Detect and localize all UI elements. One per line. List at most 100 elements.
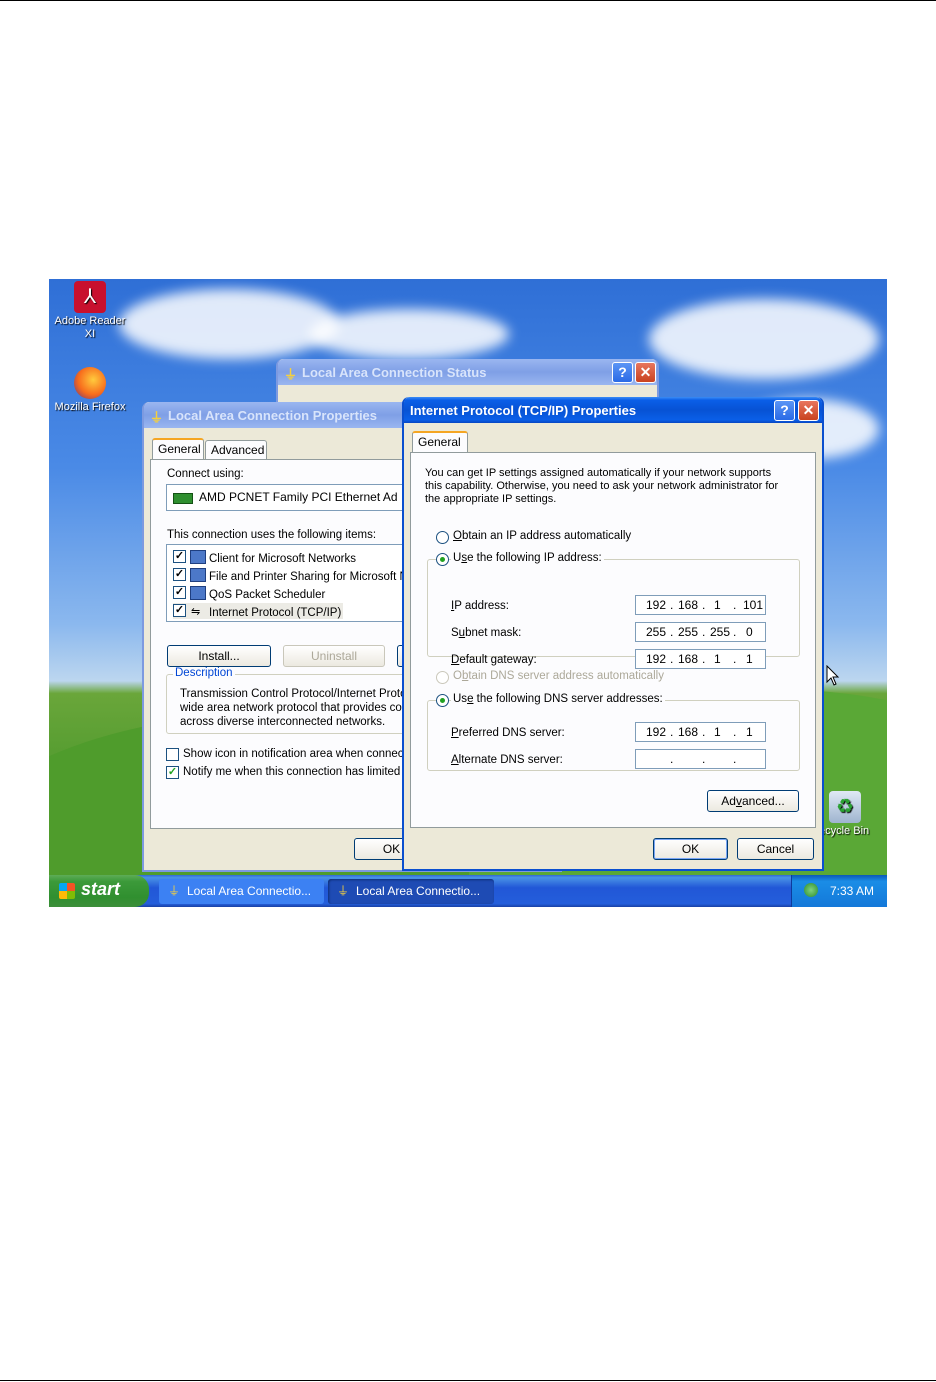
file-printer-sharing-icon <box>190 568 206 582</box>
default-gateway-field[interactable]: 192. 168. 1. 1 <box>635 649 766 669</box>
adapter-field: AMD PCNET Family PCI Ethernet Ad <box>166 484 426 511</box>
components-list[interactable]: ✓ Client for Microsoft Networks ✓ File a… <box>166 544 426 622</box>
label-text: S <box>451 627 459 639</box>
ip-dot: . <box>702 625 706 639</box>
mouse-cursor-icon <box>826 665 840 686</box>
desktop-icon-firefox[interactable]: Mozilla Firefox <box>52 367 128 413</box>
label-accelerator: P <box>451 727 459 739</box>
show-icon-checkbox[interactable] <box>166 748 179 761</box>
intro-line: this capability. Otherwise, you need to … <box>425 480 779 492</box>
close-button[interactable]: ✕ <box>798 400 819 421</box>
desktop-icon-recycle-bin[interactable]: ♻ ecycle Bin <box>819 791 887 837</box>
item-label: Internet Protocol (TCP/IP) <box>209 607 342 619</box>
network-icon: ⏚ <box>337 884 350 898</box>
ip-dot: . <box>670 725 674 739</box>
ip-octet: 168 <box>678 598 699 612</box>
tcpip-ok-button[interactable]: OK <box>653 838 728 860</box>
use-dns-label: Use the following DNS server addresses: <box>451 693 665 705</box>
start-label: start <box>81 879 121 899</box>
recycle-bin-icon: ♻ <box>829 791 861 823</box>
tcpip-titlebar[interactable]: Internet Protocol (TCP/IP) Properties ? … <box>404 397 822 423</box>
notify-label: Notify me when this connection has limit… <box>183 766 410 778</box>
clock[interactable]: 7:33 AM <box>830 884 874 898</box>
use-dns-radio[interactable] <box>436 694 449 707</box>
ip-octet: 168 <box>678 652 699 666</box>
ip-dot: . <box>733 725 737 739</box>
tab-general[interactable]: General <box>412 431 468 453</box>
label-text: bnet mask: <box>465 627 522 639</box>
status-window-titlebar[interactable]: ⏚ Local Area Connection Status ? ✕ <box>278 359 657 385</box>
network-tray-icon[interactable] <box>804 883 818 897</box>
obtain-ip-radio[interactable] <box>436 531 449 544</box>
subnet-mask-field[interactable]: 255. 255. 255. 0 <box>635 622 766 642</box>
ip-address-label: IP address: <box>451 600 509 612</box>
item-label: File and Printer Sharing for Microsoft N <box>209 571 408 583</box>
preferred-dns-field[interactable]: 192. 168. 1. 1 <box>635 722 766 742</box>
advanced-button[interactable]: Advanced... <box>707 790 799 812</box>
label-text: O <box>453 670 462 682</box>
start-button[interactable]: start <box>49 875 149 907</box>
label-accelerator: A <box>451 754 459 766</box>
label-text: e the following IP address: <box>467 552 602 564</box>
desktop-screenshot: ⅄ Adobe Reader XI Mozilla Firefox ♻ ecyc… <box>49 279 887 907</box>
ip-dot: . <box>670 752 674 766</box>
tcpip-properties-window[interactable]: Internet Protocol (TCP/IP) Properties ? … <box>402 397 824 871</box>
obtain-ip-label: Obtain an IP address automatically <box>453 530 631 542</box>
window-title: Local Area Connection Status <box>302 365 487 380</box>
description-line: wide area network protocol that provides… <box>180 702 412 714</box>
page-bottom-rule <box>0 1380 936 1381</box>
label-text: Us <box>453 693 468 705</box>
label-text: Ad <box>721 794 736 808</box>
item-checkbox[interactable]: ✓ <box>173 568 186 581</box>
network-icon: ⏚ <box>150 410 164 425</box>
ip-address-field[interactable]: 192. 168. 1. 101 <box>635 595 766 615</box>
list-item-selected[interactable]: ✓ ⇋ Internet Protocol (TCP/IP) <box>173 603 343 619</box>
ip-dot: . <box>733 625 737 639</box>
tcpip-cancel-button[interactable]: Cancel <box>737 838 814 860</box>
use-ip-radio[interactable] <box>436 553 449 566</box>
connect-using-label: Connect using: <box>167 468 244 480</box>
taskbar-button-properties[interactable]: ⏚ Local Area Connectio... <box>328 879 494 904</box>
install-button[interactable]: Install... <box>167 645 271 667</box>
adapter-name: AMD PCNET Family PCI Ethernet Ad <box>199 490 398 504</box>
description-line: across diverse interconnected networks. <box>180 716 386 728</box>
close-button[interactable]: ✕ <box>635 362 656 383</box>
system-tray: 7:33 AM <box>791 875 887 907</box>
preferred-dns-label: Preferred DNS server: <box>451 727 565 739</box>
tcpip-general-panel: You can get IP settings assigned automat… <box>410 452 816 828</box>
ip-octet: 255 <box>678 625 699 639</box>
dns-group: Preferred DNS server: 192. 168. 1. 1 Alt… <box>427 700 800 771</box>
desktop-icon-adobe-reader[interactable]: ⅄ Adobe Reader XI <box>52 281 128 341</box>
ip-octet: 1 <box>714 652 721 666</box>
alternate-dns-field[interactable]: . . . <box>635 749 766 769</box>
ip-octet: 192 <box>646 725 667 739</box>
desktop-icon-label: Mozilla Firefox <box>54 401 126 413</box>
label-text: lternate DNS server: <box>458 754 563 766</box>
ip-dot: . <box>670 598 674 612</box>
tab-general[interactable]: General <box>152 438 204 460</box>
ip-dot: . <box>670 625 674 639</box>
tab-advanced[interactable]: Advanced <box>205 440 267 459</box>
ip-dot: . <box>733 652 737 666</box>
description-group: Description Transmission Control Protoco… <box>166 667 428 734</box>
task-label: Local Area Connectio... <box>356 884 481 898</box>
item-checkbox[interactable]: ✓ <box>173 586 186 599</box>
description-line: Transmission Control Protocol/Internet P… <box>180 688 413 700</box>
items-label: This connection uses the following items… <box>167 529 377 541</box>
item-checkbox[interactable]: ✓ <box>173 604 186 617</box>
label-text: btain an IP address automatically <box>461 530 632 542</box>
ip-dot: . <box>702 725 706 739</box>
help-button[interactable]: ? <box>774 400 795 421</box>
description-legend: Description <box>173 667 235 679</box>
ip-octet: 255 <box>710 625 731 639</box>
label-text: efault gateway: <box>459 654 537 666</box>
notify-checkbox[interactable]: ✓ <box>166 766 179 779</box>
help-button[interactable]: ? <box>612 362 633 383</box>
cloud <box>649 299 879 379</box>
lan-tabs: General Advanced <box>152 438 352 460</box>
taskbar-button-status[interactable]: ⏚ Local Area Connectio... <box>159 879 324 904</box>
adobe-reader-icon: ⅄ <box>74 281 106 313</box>
uninstall-button: Uninstall <box>283 645 385 667</box>
ip-dot: . <box>702 598 706 612</box>
item-checkbox[interactable]: ✓ <box>173 550 186 563</box>
